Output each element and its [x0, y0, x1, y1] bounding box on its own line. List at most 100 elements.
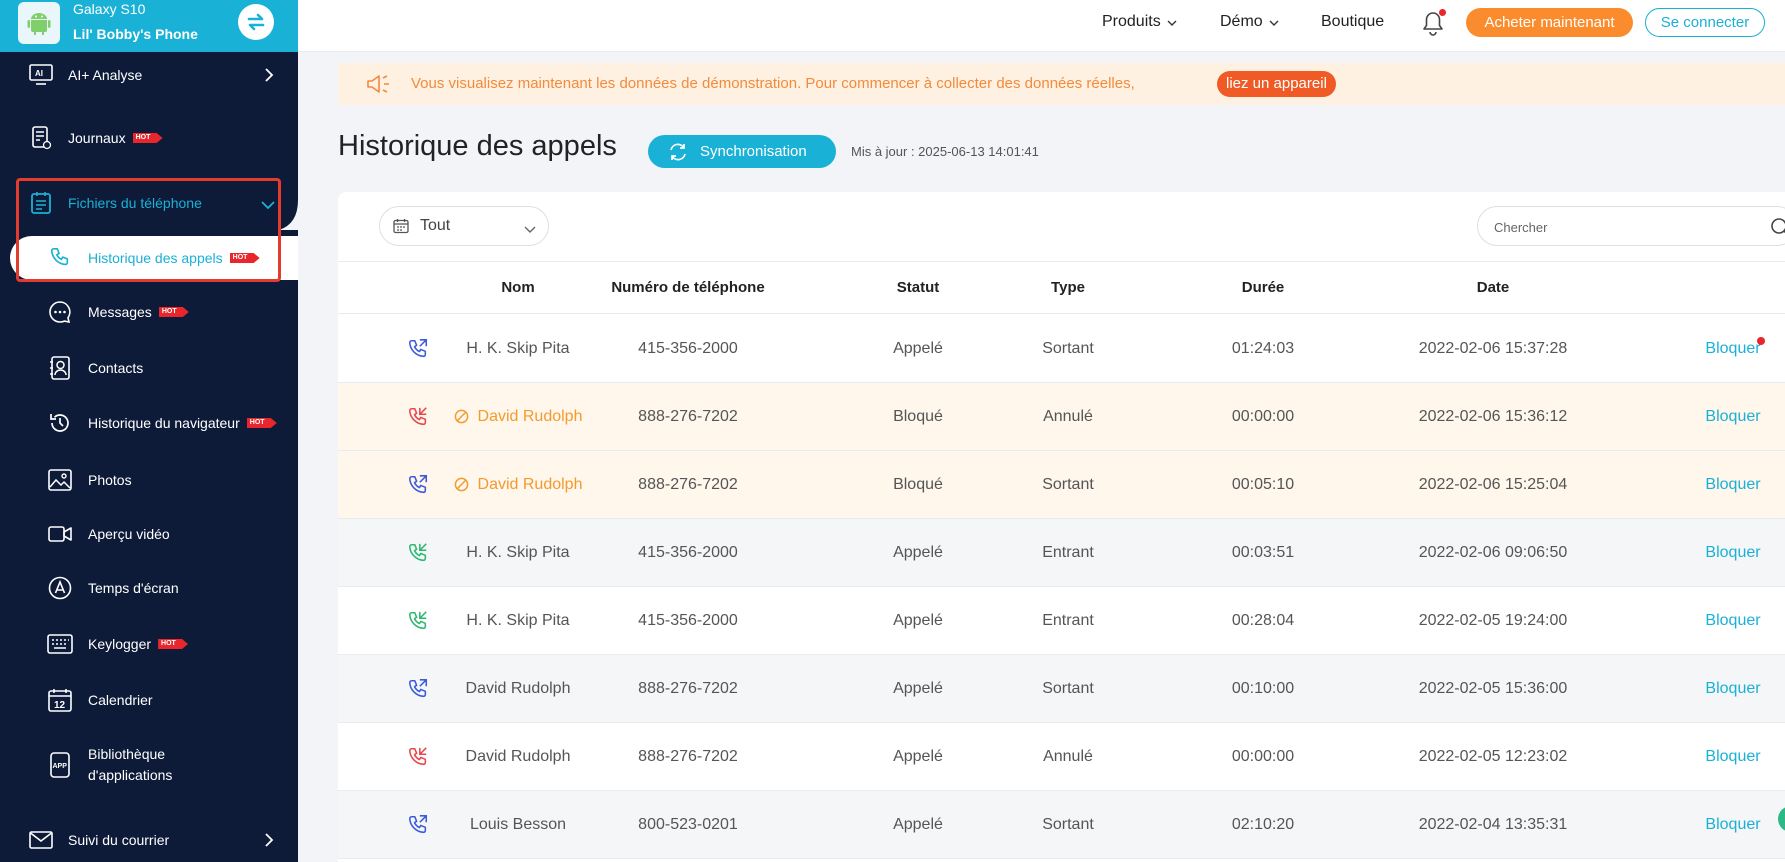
cell-type: Entrant [1042, 543, 1094, 561]
sidebar-item-messages[interactable]: Messages HOT [0, 292, 298, 332]
sidebar-item-label: Journaux [68, 130, 126, 146]
blocked-icon [454, 409, 469, 424]
date-filter-select[interactable]: Tout [379, 206, 549, 246]
block-button[interactable]: Bloquer [1688, 587, 1778, 654]
hot-badge: HOT [158, 307, 189, 317]
hot-badge: HOT [246, 418, 277, 428]
nav-demo[interactable]: Démo [1220, 13, 1279, 31]
block-button[interactable]: Bloquer [1688, 315, 1778, 382]
blocked-icon [454, 477, 469, 492]
contact-name: H. K. Skip Pita [466, 543, 570, 561]
contact-name: H. K. Skip Pita [466, 339, 570, 357]
cell-name: David Rudolph [448, 723, 588, 790]
cell-date: 2022-02-06 15:36:12 [1418, 407, 1568, 425]
app-library-icon: APP [47, 752, 73, 778]
cell-duration: 00:00:00 [1231, 407, 1295, 425]
top-navigation-bar: Produits Démo Boutique Acheter maintenan… [298, 0, 1785, 52]
table-row[interactable]: David Rudolph 888-276-7202 Bloqué Sortant 00… [338, 451, 1785, 519]
cell-phone: 415-356-2000 [638, 339, 738, 357]
sidebar-item-screen-time[interactable]: Temps d'écran [0, 568, 298, 608]
log-icon [28, 125, 54, 151]
block-button[interactable]: Bloquer [1688, 791, 1778, 858]
cell-date: 2022-02-06 15:25:04 [1418, 475, 1568, 493]
hot-badge: HOT [132, 133, 163, 143]
chat-bubble-icon [47, 299, 73, 325]
chevron-down-icon [1167, 13, 1177, 31]
cell-status: Appelé [893, 815, 943, 833]
cell-name: David Rudolph [448, 383, 588, 450]
sidebar-item-label: Temps d'écran [88, 580, 179, 596]
cell-name: David Rudolph [448, 451, 588, 518]
nav-demo-label: Démo [1220, 13, 1263, 30]
contact-name: David Rudolph [465, 679, 571, 697]
sidebar-item-label: Bibliothèque d'applications [88, 744, 172, 786]
nav-products[interactable]: Produits [1102, 13, 1177, 31]
cell-name: H. K. Skip Pita [448, 315, 588, 382]
cell-date: 2022-02-06 09:06:50 [1418, 543, 1568, 561]
image-icon [47, 467, 73, 493]
contact-name: Louis Besson [469, 815, 567, 833]
cell-date: 2022-02-05 19:24:00 [1418, 611, 1568, 629]
date-filter-value: Tout [420, 217, 451, 234]
block-button[interactable]: Bloquer [1688, 451, 1778, 518]
sidebar-item-app-library[interactable]: APP Bibliothèque d'applications [0, 742, 298, 788]
sidebar-item-label: Calendrier [88, 692, 153, 708]
sidebar-item-label: Messages [88, 304, 152, 320]
search-icon[interactable] [1770, 217, 1785, 242]
cell-phone: 888-276-7202 [638, 407, 738, 425]
cell-type: Sortant [1042, 815, 1094, 833]
table-row[interactable]: David Rudolph 888-276-7202 Appelé Sortant 00… [338, 655, 1785, 723]
buy-now-button[interactable]: Acheter maintenant [1466, 8, 1633, 37]
sidebar-item-video[interactable]: Aperçu vidéo [0, 514, 298, 554]
block-button[interactable]: Bloquer [1688, 519, 1778, 586]
search-input[interactable] [1494, 217, 1754, 237]
cell-type: Sortant [1042, 475, 1094, 493]
table-header: Nom Numéro de téléphone Statut Type Duré… [338, 261, 1785, 314]
sidebar-item-journaux[interactable]: Journaux HOT [0, 118, 298, 158]
login-button[interactable]: Se connecter [1645, 8, 1765, 37]
cell-phone: 415-356-2000 [638, 543, 738, 561]
nav-shop[interactable]: Boutique [1321, 13, 1384, 31]
cell-date: 2022-02-06 15:37:28 [1418, 339, 1568, 357]
sidebar-item-calendar[interactable]: 12 Calendrier [0, 680, 298, 720]
table-row[interactable]: H. K. Skip Pita 415-356-2000 Appelé Sortant… [338, 315, 1785, 383]
sidebar-item-contacts[interactable]: Contacts [0, 348, 298, 388]
sidebar-item-photos[interactable]: Photos [0, 460, 298, 500]
sidebar-item-label: Historique du navigateur [88, 415, 240, 431]
cell-name: Louis Besson [448, 791, 588, 858]
block-button[interactable]: Bloquer [1688, 655, 1778, 722]
sidebar-item-keylogger[interactable]: Keylogger HOT [0, 624, 298, 664]
cell-phone: 888-276-7202 [638, 679, 738, 697]
page-title: Historique des appels [338, 130, 617, 162]
search-box[interactable] [1477, 206, 1785, 246]
cell-status: Bloqué [893, 475, 943, 493]
svg-text:APP: APP [53, 763, 68, 770]
call-history-card: Tout Nom Numéro de téléphone Statut Type… [338, 192, 1785, 862]
table-row[interactable]: David Rudolph 888-276-7202 Bloqué Annulé 00:… [338, 383, 1785, 451]
column-header-date: Date [1476, 279, 1510, 296]
table-row[interactable]: David Rudolph 888-276-7202 Appelé Annulé 00:… [338, 723, 1785, 791]
contact-name: David Rudolph [477, 475, 583, 493]
call-outgoing-icon [388, 451, 448, 518]
demo-banner: Vous visualisez maintenant les données d… [338, 63, 1785, 105]
table-row[interactable]: Louis Besson 800-523-0201 Appelé Sortant 02:… [338, 791, 1785, 859]
cell-status: Appelé [893, 679, 943, 697]
hot-badge: HOT [158, 639, 189, 649]
link-device-button[interactable]: liez un appareil [1217, 71, 1336, 97]
sidebar-item-browser-history[interactable]: Historique du navigateur HOT [0, 403, 298, 443]
table-row[interactable]: H. K. Skip Pita 415-356-2000 Appelé Entrant… [338, 587, 1785, 655]
cell-duration: 00:28:04 [1231, 611, 1295, 629]
cell-duration: 01:24:03 [1231, 339, 1295, 357]
table-row[interactable]: H. K. Skip Pita 415-356-2000 Appelé Entrant… [338, 519, 1785, 587]
sidebar-item-mail-tracking[interactable]: Suivi du courrier [0, 820, 298, 860]
cell-duration: 00:00:00 [1231, 747, 1295, 765]
calendar-icon: 12 [47, 687, 73, 713]
sidebar-item-ai-analyse[interactable]: AI AI+ Analyse [0, 55, 298, 95]
call-cancelled-icon [388, 383, 448, 450]
block-button[interactable]: Bloquer [1688, 723, 1778, 790]
cell-name: H. K. Skip Pita [448, 587, 588, 654]
block-button[interactable]: Bloquer [1688, 383, 1778, 450]
cell-status: Bloqué [893, 407, 943, 425]
sync-button[interactable]: Synchronisation [648, 135, 836, 168]
chevron-right-icon [264, 67, 274, 86]
